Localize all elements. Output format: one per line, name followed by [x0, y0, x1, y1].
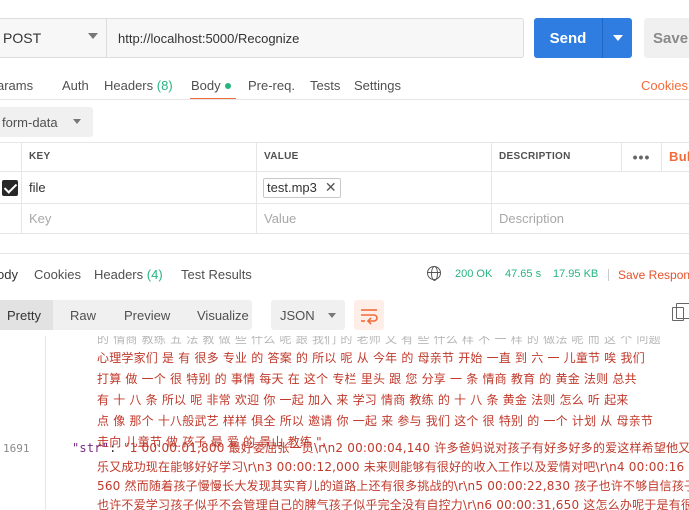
chevron-down-icon: [328, 313, 336, 318]
chevron-down-icon: [612, 35, 623, 41]
key-input[interactable]: Key: [22, 204, 257, 233]
header-check-cell: [0, 142, 22, 171]
cookies-link[interactable]: Cookies: [641, 78, 688, 93]
response-headers-count: (4): [146, 267, 163, 282]
view-preview[interactable]: Preview: [124, 308, 170, 323]
row-key-input[interactable]: file: [22, 172, 257, 203]
copy-icon[interactable]: [672, 303, 689, 321]
code-line: 打算 做 一个 很 特别 的 事情 每天 在 这个 专栏 里头 跟 您 分享 一…: [97, 372, 637, 386]
save-label: Save: [653, 29, 689, 47]
table-row-empty: Key Value Description: [0, 204, 689, 234]
response-code-view: 的 情商 教练 五 法 教 做 些 什么 呢 跟 我们 的 老师 又 有 些 什…: [0, 336, 689, 510]
chevron-down-icon: [88, 33, 98, 39]
bulk-edit-link[interactable]: Bul: [662, 142, 689, 171]
colon: :: [109, 441, 124, 455]
tab-body[interactable]: Body: [191, 78, 231, 93]
body-active-dot: [224, 83, 231, 89]
view-raw[interactable]: Raw: [70, 308, 96, 323]
tab-body-label: Body: [191, 78, 221, 93]
more-options-button[interactable]: •••: [622, 142, 662, 171]
code-line: 也许不爱学习孩子似乎不会管理自己的脾气孩子似乎完全没有自控力\r\n6 00:0…: [97, 498, 689, 510]
response-time: 47.65 s: [505, 268, 542, 280]
divider: [0, 253, 689, 254]
table-header-row: KEY VALUE DESCRIPTION ••• Bul: [0, 142, 689, 172]
method-select[interactable]: POST: [0, 18, 107, 58]
code-line: 560 然而随着孩子慢慢长大发现其实育儿的道路上还有很多挑战的\r\n5 00:…: [97, 479, 689, 493]
close-icon[interactable]: ✕: [325, 179, 337, 196]
row-value-cell: test.mp3 ✕: [257, 172, 492, 203]
method-label: POST: [3, 30, 42, 46]
tab-test-results[interactable]: Test Results: [181, 267, 252, 282]
headers-count: (8): [156, 78, 173, 93]
code-line: 点 像 那个 十八般武艺 样样 俱全 所以 邀请 你 一起 来 参与 我们 这个…: [97, 414, 654, 428]
gutter-divider: [45, 336, 46, 510]
wrap-lines-button[interactable]: [354, 300, 384, 330]
code-line: 心理学家们 是 有 很多 专业 的 答案 的 所以 呢 从 今年 的 母亲节 开…: [97, 351, 645, 365]
response-size: 17.95 KB: [553, 268, 599, 280]
line-number: 1691: [3, 442, 30, 455]
view-mode-group: Pretty Raw Preview Visualize: [0, 300, 252, 330]
globe-icon[interactable]: [427, 266, 441, 281]
code-line: 的 情商 教练 五 法 教 做 些 什么 呢 跟 我们 的 老师 又 有 些 什…: [97, 336, 661, 346]
value-input[interactable]: Value: [257, 204, 492, 233]
file-chip[interactable]: test.mp3 ✕: [263, 177, 341, 198]
tab-response-headers-label: Headers: [94, 267, 144, 282]
checkbox-checked-icon: [2, 179, 18, 196]
tab-settings[interactable]: Settings: [354, 78, 401, 93]
send-label: Send: [549, 29, 587, 47]
response-bar: ody Cookies Headers (4) Test Results 200…: [0, 260, 689, 288]
description-input[interactable]: Description: [492, 204, 689, 233]
column-value-header: VALUE: [257, 142, 492, 171]
code-line: 乐又成功现在能够好好学习\r\n3 00:00:12,000 未来则能够有很好的…: [97, 460, 685, 474]
tab-headers[interactable]: Headers (8): [104, 78, 173, 93]
column-description-header: DESCRIPTION: [492, 142, 622, 171]
row-checkbox[interactable]: [0, 172, 22, 203]
column-key-header: KEY: [22, 142, 257, 171]
wrap-icon: [361, 309, 378, 325]
tab-params[interactable]: arams: [0, 78, 33, 93]
tab-headers-label: Headers: [104, 78, 154, 93]
chevron-down-icon: [73, 119, 81, 124]
json-key: "str": [72, 441, 110, 455]
divider: [0, 99, 689, 100]
url-input[interactable]: http://localhost:5000/Recognize: [107, 18, 524, 58]
body-type-label: form-data: [2, 114, 58, 130]
send-button[interactable]: Send: [534, 18, 632, 58]
tab-response-headers[interactable]: Headers (4): [94, 267, 163, 282]
body-type-select[interactable]: form-data: [0, 107, 93, 137]
tab-response-body[interactable]: ody: [0, 267, 18, 282]
code-line: 有 十 八 条 所以 呢 非常 欢迎 你 一起 加入 来 学习 情商 教练 的 …: [97, 393, 629, 407]
file-name: test.mp3: [267, 180, 317, 195]
tab-tests[interactable]: Tests: [310, 78, 340, 93]
view-pretty[interactable]: Pretty: [7, 308, 41, 323]
view-visualize[interactable]: Visualize: [197, 308, 249, 323]
tab-auth[interactable]: Auth: [62, 78, 89, 93]
bulk-edit-label: Bul: [669, 149, 689, 164]
json-string: "1 00:00:01,800 最好委屈张一员\r\n2 00:00:04,14…: [123, 441, 689, 455]
row-description-input[interactable]: [492, 172, 689, 203]
table-row: file test.mp3 ✕: [0, 172, 689, 204]
more-icon: •••: [632, 148, 651, 165]
save-button[interactable]: Save: [644, 18, 689, 58]
code-line-str: "str": "1 00:00:01,800 最好委屈张一员\r\n2 00:0…: [72, 439, 689, 456]
status-code: 200 OK: [455, 268, 493, 280]
response-toolbar: Pretty Raw Preview Visualize JSON: [0, 300, 689, 330]
tab-response-cookies[interactable]: Cookies: [34, 267, 81, 282]
format-select[interactable]: JSON: [271, 300, 345, 330]
tab-prereq[interactable]: Pre-req.: [248, 78, 295, 93]
url-text: http://localhost:5000/Recognize: [118, 30, 300, 46]
divider: [608, 269, 609, 281]
format-label: JSON: [280, 307, 315, 323]
row-check-cell: [0, 204, 22, 233]
send-options-button[interactable]: [603, 35, 632, 41]
save-response-button[interactable]: Save Respon: [618, 268, 689, 282]
request-bar: POST http://localhost:5000/Recognize Sen…: [0, 0, 689, 76]
request-tabs: arams Auth Headers (8) Body Pre-req. Tes…: [0, 72, 689, 100]
